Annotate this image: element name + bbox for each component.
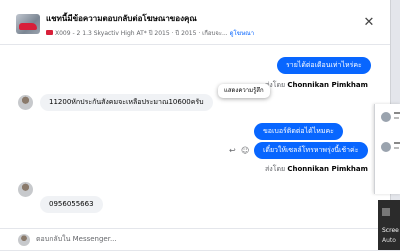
text-line bbox=[394, 147, 399, 149]
outgoing-message[interactable]: ขอเบอร์ติดต่อได้ไหมคะ bbox=[254, 123, 343, 140]
text-line bbox=[394, 117, 399, 119]
sender-name: Chonnikan Pimkham bbox=[287, 81, 368, 89]
incoming-message[interactable]: 0956055663 bbox=[40, 196, 103, 213]
car-icon bbox=[46, 30, 53, 35]
reply-input[interactable] bbox=[36, 232, 376, 246]
incoming-message[interactable]: 11200หักประกันสังคมจะเหลือประมาณ10600ครั… bbox=[40, 94, 213, 111]
message-list: รายได้ต่อเดือนเท่าไหร่คะ ส่งโดย Chonnika… bbox=[0, 45, 390, 228]
emoji-icon[interactable]: ☺ bbox=[241, 146, 249, 155]
chat-header: แชทนี้มีข้อความตอบกลับต่อโฆษณาของคุณ X00… bbox=[0, 0, 390, 45]
conversation-side-panel[interactable] bbox=[374, 104, 400, 194]
sent-by-prefix: ส่งโดย bbox=[265, 165, 286, 173]
avatar[interactable] bbox=[381, 112, 391, 122]
avatar[interactable] bbox=[18, 182, 33, 197]
avatar[interactable] bbox=[381, 142, 391, 152]
sent-by-label: ส่งโดย Chonnikan Pimkham bbox=[265, 164, 368, 175]
text-line bbox=[394, 142, 400, 144]
text-line bbox=[394, 112, 400, 114]
outgoing-message[interactable]: เดี๋ยวให้เซลล์โทรหาพรุ่งนี้เช้าค่ะ bbox=[254, 142, 368, 159]
ad-more: เกือบจะ... bbox=[202, 30, 228, 37]
composer-bar bbox=[0, 228, 390, 251]
reply-icon[interactable]: ↩ bbox=[229, 146, 236, 155]
ad-meta: ปี 2015 bbox=[175, 30, 197, 37]
ad-thumbnail[interactable] bbox=[16, 14, 40, 34]
avatar[interactable] bbox=[18, 95, 33, 110]
sender-name: Chonnikan Pimkham bbox=[287, 165, 368, 173]
chat-title: แชทนี้มีข้อความตอบกลับต่อโฆษณาของคุณ bbox=[46, 14, 197, 23]
system-notification[interactable]: Scree Auto bbox=[378, 200, 400, 250]
app-icon bbox=[382, 208, 390, 216]
messenger-chat-window: แชทนี้มีข้อความตอบกลับต่อโฆษณาของคุณ X00… bbox=[0, 0, 391, 250]
notification-text: Auto bbox=[382, 237, 396, 244]
ad-name: X009 - 2 1.3 Skyactiv High AT* ปี 2015 bbox=[55, 30, 170, 37]
ad-subtitle: X009 - 2 1.3 Skyactiv High AT* ปี 2015 ·… bbox=[46, 28, 254, 38]
notification-title: Scree bbox=[382, 227, 399, 234]
sent-by-label: ส่งโดย Chonnikan Pimkham bbox=[265, 80, 368, 91]
close-icon[interactable]: ✕ bbox=[362, 16, 376, 30]
reaction-tooltip: แสดงความรู้สึก bbox=[218, 84, 270, 98]
outgoing-message[interactable]: รายได้ต่อเดือนเท่าไหร่คะ bbox=[277, 57, 371, 74]
avatar bbox=[18, 234, 30, 246]
car-image bbox=[19, 23, 37, 30]
view-ad-link[interactable]: ดูโฆษณา bbox=[230, 30, 254, 37]
